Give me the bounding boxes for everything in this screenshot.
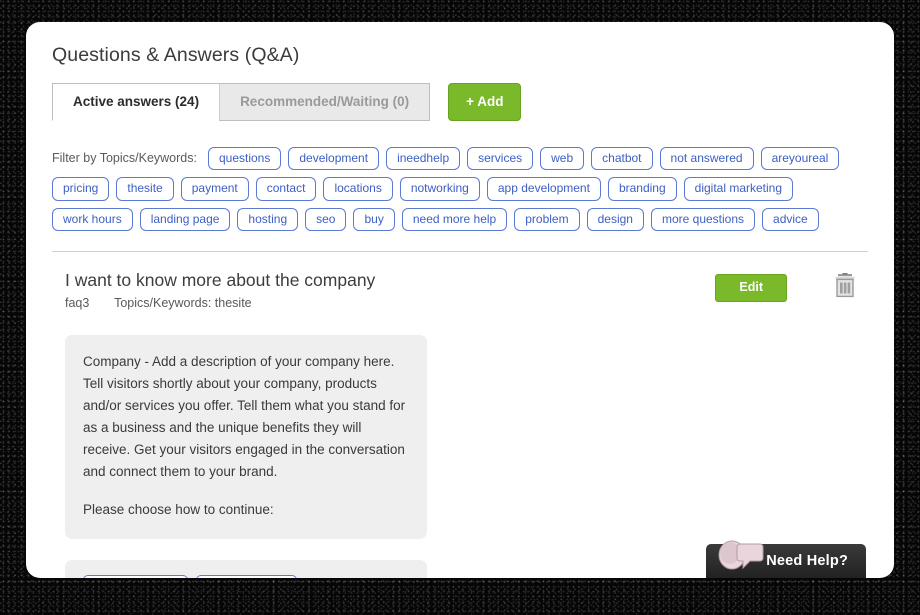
filter-tag[interactable]: advice [762,207,819,232]
answer-bubble: Company - Add a description of your comp… [65,335,427,540]
filter-tag[interactable]: contact [255,177,317,201]
question-id: faq3 [65,296,90,311]
filter-tag[interactable]: thesite [116,177,174,201]
page-title: Questions & Answers (Q&A) [52,44,300,66]
tab-bar: Active answers (24) Recommended/Waiting … [52,83,868,121]
filter-tag[interactable]: development [288,146,380,171]
filter-tag[interactable]: seo [305,207,347,232]
filter-tag[interactable]: not answered [659,146,754,171]
filter-tag[interactable]: digital marketing [683,177,794,201]
filter-tag[interactable]: services [467,146,534,171]
filter-label: Filter by Topics/Keywords: [52,151,197,166]
filter-tag[interactable]: app development [486,177,601,201]
filter-tag[interactable]: buy [353,207,395,232]
chat-bubbles-icon [710,534,772,578]
qa-list-item: I want to know more about the company fa… [52,252,868,578]
filter-tag[interactable]: work hours [52,207,133,232]
need-help-widget[interactable]: Need Help? [706,540,866,578]
reply-option-button[interactable]: I need advice [195,575,298,578]
tab-recommended-waiting[interactable]: Recommended/Waiting (0) [219,83,431,121]
filter-tag[interactable]: pricing [52,177,110,201]
trash-icon[interactable] [834,273,856,303]
filter-tag[interactable]: need more help [401,207,508,232]
question-actions: Edit [715,270,868,303]
reply-option-button[interactable]: I want to book [83,575,188,578]
filter-tag[interactable]: chatbot [591,146,653,171]
filter-tag[interactable]: design [586,207,644,232]
filter-tag[interactable]: more questions [650,207,756,232]
add-button[interactable]: + Add [448,83,522,121]
filter-tag[interactable]: problem [514,207,580,232]
reply-options-bubble: I want to book I need advice I have more… [65,560,427,578]
reply-options-row: I want to book I need advice I have more… [83,575,409,578]
filter-tag[interactable]: web [540,146,585,171]
filter-tag[interactable]: notworking [399,177,480,201]
qa-panel-card: Questions & Answers (Q&A) Active answers… [26,22,894,578]
edit-button[interactable]: Edit [715,274,787,303]
filter-tag[interactable]: landing page [139,207,231,232]
question-meta: faq3 Topics/Keywords: thesite [52,296,375,310]
question-title: I want to know more about the company [65,270,376,291]
filter-tag[interactable]: areyoureal [760,146,840,171]
question-keywords: Topics/Keywords: thesite [114,296,252,311]
filter-tag[interactable]: payment [180,177,249,201]
filter-tag[interactable]: ineedhelp [386,146,461,171]
filter-tag[interactable]: questions [207,146,282,171]
filter-tags-area: Filter by Topics/Keywords: questions dev… [52,146,842,232]
answer-paragraph: Company - Add a description of your comp… [83,354,406,479]
filter-tag[interactable]: locations [323,177,393,201]
tab-active-answers[interactable]: Active answers (24) [52,83,220,121]
filter-tag[interactable]: branding [607,177,677,201]
filter-tag[interactable]: hosting [237,207,299,232]
need-help-label: Need Help? [766,553,848,569]
question-info: I want to know more about the company fa… [52,270,375,310]
answer-paragraph: Please choose how to continue: [83,502,274,518]
question-header: I want to know more about the company fa… [52,270,868,310]
